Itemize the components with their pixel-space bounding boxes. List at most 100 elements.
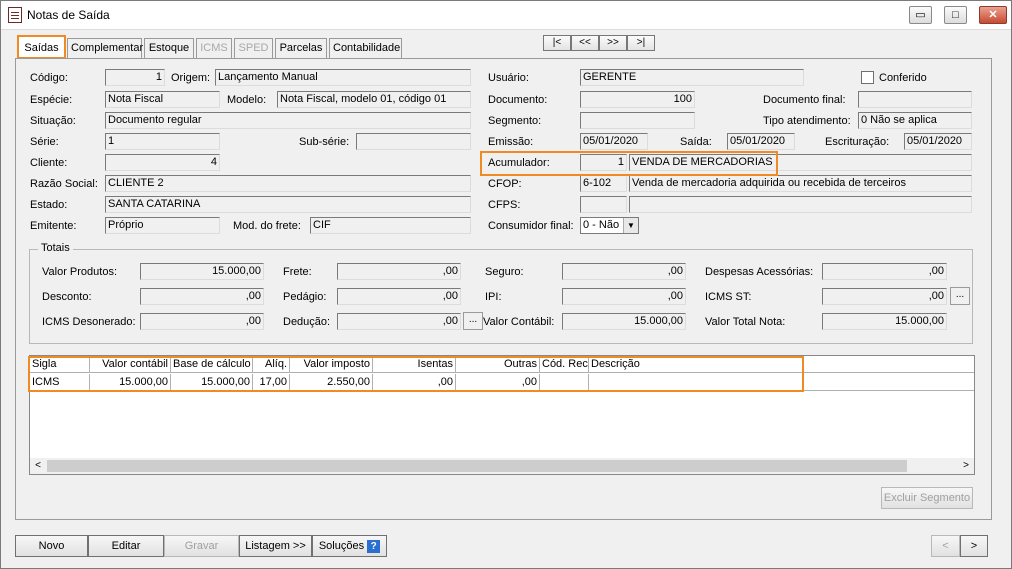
modelo-label: Modelo:: [227, 94, 267, 106]
acumulador-code-field[interactable]: 1: [580, 154, 627, 171]
emissao-field[interactable]: 05/01/2020: [580, 133, 648, 150]
close-button[interactable]: ✕: [979, 6, 1007, 24]
grid-header-cod-rec[interactable]: Cód. Rec.: [540, 356, 591, 373]
grid-cell-sigla[interactable]: ICMS: [30, 374, 90, 391]
tab-complementar[interactable]: Complementar: [67, 38, 143, 58]
grid-cell-valor-imposto[interactable]: 2.550,00: [290, 374, 373, 391]
saida-field[interactable]: 05/01/2020: [727, 133, 795, 150]
especie-field[interactable]: Nota Fiscal: [105, 91, 220, 108]
grid-cell-isentas[interactable]: ,00: [373, 374, 456, 391]
grid-cell-outras[interactable]: ,00: [456, 374, 540, 391]
grid-cell-base-calculo[interactable]: 15.000,00: [171, 374, 253, 391]
desconto-field[interactable]: ,00: [140, 288, 264, 305]
editar-button[interactable]: Editar: [88, 535, 164, 557]
minimize-button[interactable]: ▭: [909, 6, 932, 24]
segmento-field[interactable]: [580, 112, 695, 129]
seguro-label: Seguro:: [485, 266, 524, 278]
last-record-button[interactable]: >|: [627, 35, 655, 51]
subserie-field[interactable]: [356, 133, 471, 150]
situacao-label: Situação:: [30, 115, 76, 127]
tab-parcelas[interactable]: Parcelas: [275, 38, 327, 58]
listagem-button[interactable]: Listagem >>: [239, 535, 312, 557]
codigo-label: Código:: [30, 72, 68, 84]
modelo-field[interactable]: Nota Fiscal, modelo 01, código 01: [277, 91, 471, 108]
ipi-field[interactable]: ,00: [562, 288, 686, 305]
saida-label: Saída:: [680, 136, 712, 148]
tipo-atendimento-label: Tipo atendimento:: [763, 115, 851, 127]
icms-desonerado-field[interactable]: ,00: [140, 313, 264, 330]
emitente-field[interactable]: Próprio: [105, 217, 220, 234]
acumulador-label: Acumulador:: [488, 157, 550, 169]
cfop-label: CFOP:: [488, 178, 522, 190]
codigo-field[interactable]: 1: [105, 69, 165, 86]
solucoes-button[interactable]: Soluções ?: [312, 535, 387, 557]
conferido-checkbox[interactable]: [861, 71, 874, 84]
serie-field[interactable]: 1: [105, 133, 220, 150]
grid-cell-descricao[interactable]: [589, 374, 974, 391]
grid-header-sigla[interactable]: Sigla: [30, 356, 90, 373]
pedagio-field[interactable]: ,00: [337, 288, 461, 305]
frete-field[interactable]: ,00: [337, 263, 461, 280]
cliente-label: Cliente:: [30, 157, 68, 169]
grid-header-aliquota[interactable]: Alíq.: [253, 356, 290, 373]
tab-estoque[interactable]: Estoque: [144, 38, 194, 58]
grid-header-isentas[interactable]: Isentas: [373, 356, 456, 373]
cfop-code-field[interactable]: 6-102: [580, 175, 627, 192]
escrituracao-field[interactable]: 05/01/2020: [904, 133, 972, 150]
escrituracao-label: Escrituração:: [825, 136, 890, 148]
estado-field: SANTA CATARINA: [105, 196, 471, 213]
despesas-field[interactable]: ,00: [822, 263, 947, 280]
document-icon: [8, 7, 22, 23]
valor-total-nota-label: Valor Total Nota:: [705, 316, 786, 328]
tab-contabilidade[interactable]: Contabilidade: [329, 38, 402, 58]
deducao-more-button[interactable]: ...: [463, 312, 483, 330]
consumidor-final-value: 0 - Não: [583, 219, 620, 231]
deducao-field[interactable]: ,00: [337, 313, 461, 330]
cfps-description-field: [629, 196, 972, 213]
grid-cell-valor-contabil[interactable]: 15.000,00: [90, 374, 171, 391]
gravar-button: Gravar: [164, 535, 239, 557]
icms-st-more-button[interactable]: ...: [950, 287, 970, 305]
grid-header-descricao[interactable]: Descrição: [589, 356, 974, 373]
scroll-left-icon[interactable]: <: [30, 458, 46, 474]
icms-st-field[interactable]: ,00: [822, 288, 947, 305]
grid-cell-cod-rec[interactable]: [540, 374, 589, 391]
valor-total-nota-field: 15.000,00: [822, 313, 947, 330]
horizontal-scrollbar[interactable]: < >: [30, 458, 974, 474]
documento-final-field[interactable]: [858, 91, 972, 108]
consumidor-final-select[interactable]: 0 - Não ▼: [580, 217, 639, 234]
pedagio-label: Pedágio:: [283, 291, 327, 303]
serie-label: Série:: [30, 136, 59, 148]
seguro-field[interactable]: ,00: [562, 263, 686, 280]
next-page-button[interactable]: >: [960, 535, 988, 557]
totais-title: Totais: [38, 242, 73, 254]
maximize-button[interactable]: □: [944, 6, 967, 24]
grid-header-valor-imposto[interactable]: Valor imposto: [290, 356, 373, 373]
valor-contabil-field[interactable]: 15.000,00: [562, 313, 686, 330]
subserie-label: Sub-série:: [299, 136, 350, 148]
first-record-button[interactable]: |<: [543, 35, 571, 51]
situacao-field[interactable]: Documento regular: [105, 112, 471, 129]
tipo-atendimento-field[interactable]: 0 Não se aplica: [858, 112, 972, 129]
grid-header-outras[interactable]: Outras: [456, 356, 540, 373]
next-record-button[interactable]: >>: [599, 35, 627, 51]
tab-saidas[interactable]: Saídas: [17, 35, 66, 59]
cfps-code-field[interactable]: [580, 196, 627, 213]
grid-cell-aliquota[interactable]: 17,00: [253, 374, 290, 391]
chevron-down-icon[interactable]: ▼: [623, 218, 638, 233]
mod-frete-field[interactable]: CIF: [310, 217, 471, 234]
documento-field[interactable]: 100: [580, 91, 695, 108]
cliente-field[interactable]: 4: [105, 154, 220, 171]
cfop-description-field: Venda de mercadoria adquirida ou recebid…: [629, 175, 972, 192]
documento-final-label: Documento final:: [763, 94, 846, 106]
grid-header-valor-contabil[interactable]: Valor contábil: [90, 356, 171, 373]
scrollbar-thumb[interactable]: [47, 460, 907, 472]
grid-header-base-calculo[interactable]: Base de cálculo: [171, 356, 253, 373]
novo-button[interactable]: Novo: [15, 535, 88, 557]
razao-social-field: CLIENTE 2: [105, 175, 471, 192]
scroll-right-icon[interactable]: >: [958, 458, 974, 474]
cfps-label: CFPS:: [488, 199, 521, 211]
previous-record-button[interactable]: <<: [571, 35, 599, 51]
deducao-label: Dedução:: [283, 316, 331, 328]
solucoes-label: Soluções: [318, 540, 365, 552]
